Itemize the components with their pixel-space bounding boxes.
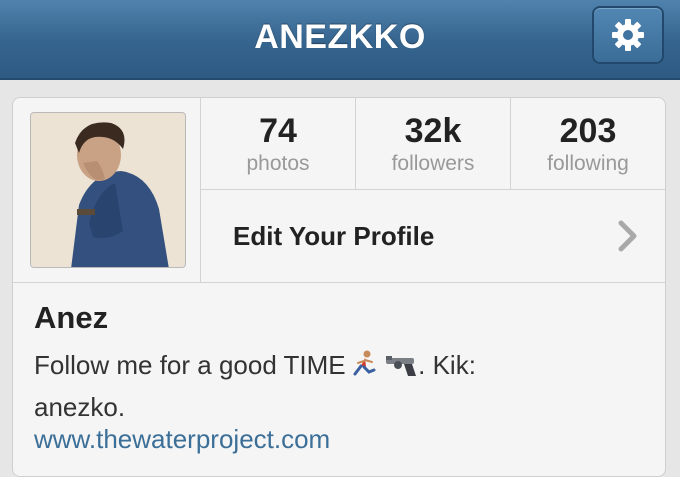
- photos-count: 74: [259, 112, 297, 150]
- edit-profile-label: Edit Your Profile: [233, 221, 435, 251]
- divider: [13, 282, 665, 283]
- runner-emoji-icon: [353, 350, 376, 376]
- profile-name: Anez: [34, 300, 109, 335]
- page-title: ANEZKKO: [254, 18, 426, 56]
- edit-profile-button[interactable]: Edit Your Profile: [201, 190, 665, 282]
- top-navigation-bar: ANEZKKO: [0, 0, 680, 80]
- followers-label: followers: [391, 152, 475, 175]
- bio-text-part1: Follow me for a good TIME: [34, 350, 346, 380]
- bio-text-part2: . Kik:: [418, 350, 476, 380]
- stat-photos[interactable]: 74 photos: [201, 98, 355, 190]
- settings-button[interactable]: [592, 6, 664, 64]
- following-label: following: [547, 152, 629, 175]
- avatar[interactable]: [30, 112, 186, 268]
- pistol-emoji-icon: [386, 356, 417, 376]
- bio-text-line2: anezko.: [34, 392, 126, 422]
- following-count: 203: [559, 112, 617, 150]
- gear-icon: [612, 19, 644, 51]
- bio-text: Follow me for a good TIME . Kik: anezko.: [34, 344, 634, 428]
- profile-photo: [31, 113, 185, 267]
- stat-followers[interactable]: 32k followers: [356, 98, 510, 190]
- photos-label: photos: [246, 152, 310, 175]
- website-link[interactable]: www.thewaterproject.com: [34, 424, 330, 455]
- chevron-right-icon: [618, 220, 637, 252]
- stat-following[interactable]: 203 following: [511, 98, 665, 190]
- followers-count: 32k: [404, 112, 462, 150]
